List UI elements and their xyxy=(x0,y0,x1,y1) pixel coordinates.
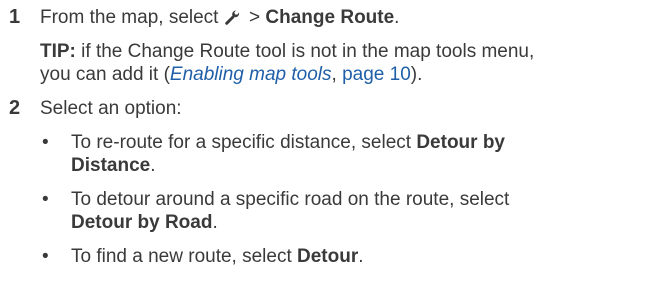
tip-closing: ). xyxy=(410,64,423,85)
change-route-option: Change Route xyxy=(265,7,395,28)
wrench-icon xyxy=(224,10,239,25)
list-item: • To find a new route, select Detour. xyxy=(0,245,662,268)
step-number: 1 xyxy=(9,6,21,28)
tip-text-continued: you can add it ( xyxy=(40,64,170,85)
step-number: 2 xyxy=(9,97,21,119)
option-punctuation: . xyxy=(358,246,364,267)
tip-comma: , xyxy=(331,64,343,85)
bullet: • xyxy=(42,189,49,210)
tip-label: TIP: xyxy=(40,41,76,62)
option-text: To detour around a specific road on the … xyxy=(71,189,510,210)
option-name: Detour by Road xyxy=(71,212,213,233)
step-2: 2 Select an option: xyxy=(0,97,662,120)
option-punctuation: . xyxy=(212,212,218,233)
list-item: • To detour around a specific road on th… xyxy=(0,188,662,234)
step-text: Select an option: xyxy=(40,98,182,119)
tip-text: if the Change Route tool is not in the m… xyxy=(75,41,535,62)
enabling-map-tools-link[interactable]: Enabling map tools xyxy=(170,64,332,85)
bullet: • xyxy=(42,246,49,267)
page-reference-link[interactable]: page 10 xyxy=(342,64,411,85)
bullet: • xyxy=(42,132,49,153)
option-name-continued: Distance xyxy=(71,155,151,176)
instructions: 1 From the map, select > Change Route. T… xyxy=(0,0,662,268)
step-punctuation: . xyxy=(394,7,400,28)
option-name: Detour xyxy=(297,246,359,267)
tip-note: TIP: if the Change Route tool is not in … xyxy=(0,40,662,86)
option-text: To find a new route, select xyxy=(71,246,298,267)
option-text: To re-route for a specific distance, sel… xyxy=(71,132,417,153)
step-1: 1 From the map, select > Change Route. xyxy=(0,6,662,29)
step-text: From the map, select xyxy=(40,7,224,28)
option-punctuation: . xyxy=(150,155,156,176)
option-name: Detour by xyxy=(416,132,506,153)
menu-separator: > xyxy=(243,7,266,28)
option-list: • To re-route for a specific distance, s… xyxy=(0,131,662,268)
list-item: • To re-route for a specific distance, s… xyxy=(0,131,662,177)
